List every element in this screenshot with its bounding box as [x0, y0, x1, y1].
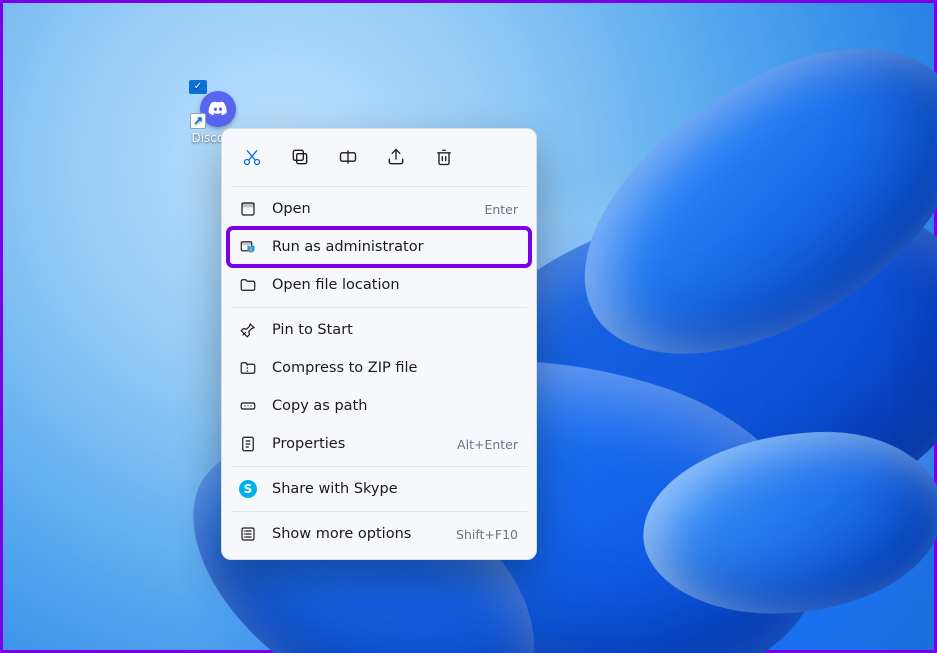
- context-menu: Open Enter Run as administrator Open fil…: [221, 128, 537, 560]
- menu-divider: [231, 186, 527, 187]
- properties-icon: [238, 435, 258, 453]
- shield-app-icon: [238, 238, 258, 256]
- menu-item-compress-to-zip[interactable]: Compress to ZIP file: [228, 349, 530, 387]
- menu-item-open[interactable]: Open Enter: [228, 190, 530, 228]
- delete-button[interactable]: [424, 139, 464, 175]
- folder-icon: [238, 276, 258, 294]
- menu-item-label: Open file location: [272, 277, 518, 293]
- cut-button[interactable]: [232, 139, 272, 175]
- menu-divider: [231, 466, 527, 467]
- share-button[interactable]: [376, 139, 416, 175]
- copy-icon: [290, 147, 310, 167]
- menu-divider: [231, 307, 527, 308]
- menu-item-label: Compress to ZIP file: [272, 360, 518, 376]
- pin-icon: [238, 321, 258, 339]
- menu-item-label: Properties: [272, 436, 443, 452]
- share-icon: [386, 147, 406, 167]
- menu-item-shortcut: Enter: [484, 202, 518, 217]
- path-icon: [238, 397, 258, 415]
- menu-divider: [231, 511, 527, 512]
- menu-item-run-as-administrator[interactable]: Run as administrator: [228, 228, 530, 266]
- menu-item-show-more-options[interactable]: Show more options Shift+F10: [228, 515, 530, 553]
- open-icon: [238, 200, 258, 218]
- verified-badge-icon: ✓: [189, 80, 207, 94]
- menu-item-label: Show more options: [272, 526, 442, 542]
- menu-item-label: Pin to Start: [272, 322, 518, 338]
- desktop-wallpaper: ✓ ↗ Discord: [3, 3, 934, 650]
- menu-item-shortcut: Shift+F10: [456, 527, 518, 542]
- menu-item-label: Copy as path: [272, 398, 518, 414]
- shortcut-arrow-icon: ↗: [190, 113, 206, 129]
- quick-actions-row: [228, 135, 530, 183]
- menu-item-label: Run as administrator: [272, 239, 518, 255]
- menu-item-share-with-skype[interactable]: S Share with Skype: [228, 470, 530, 508]
- menu-item-label: Open: [272, 201, 470, 217]
- rename-icon: [338, 147, 358, 167]
- cut-icon: [242, 147, 262, 167]
- menu-item-open-file-location[interactable]: Open file location: [228, 266, 530, 304]
- delete-icon: [434, 147, 454, 167]
- discord-icon: ✓ ↗: [192, 83, 236, 127]
- menu-item-shortcut: Alt+Enter: [457, 437, 518, 452]
- copy-button[interactable]: [280, 139, 320, 175]
- menu-item-copy-as-path[interactable]: Copy as path: [228, 387, 530, 425]
- zip-icon: [238, 359, 258, 377]
- menu-item-properties[interactable]: Properties Alt+Enter: [228, 425, 530, 463]
- menu-item-label: Share with Skype: [272, 481, 518, 497]
- menu-item-pin-to-start[interactable]: Pin to Start: [228, 311, 530, 349]
- skype-icon: S: [238, 480, 258, 498]
- more-icon: [238, 525, 258, 543]
- rename-button[interactable]: [328, 139, 368, 175]
